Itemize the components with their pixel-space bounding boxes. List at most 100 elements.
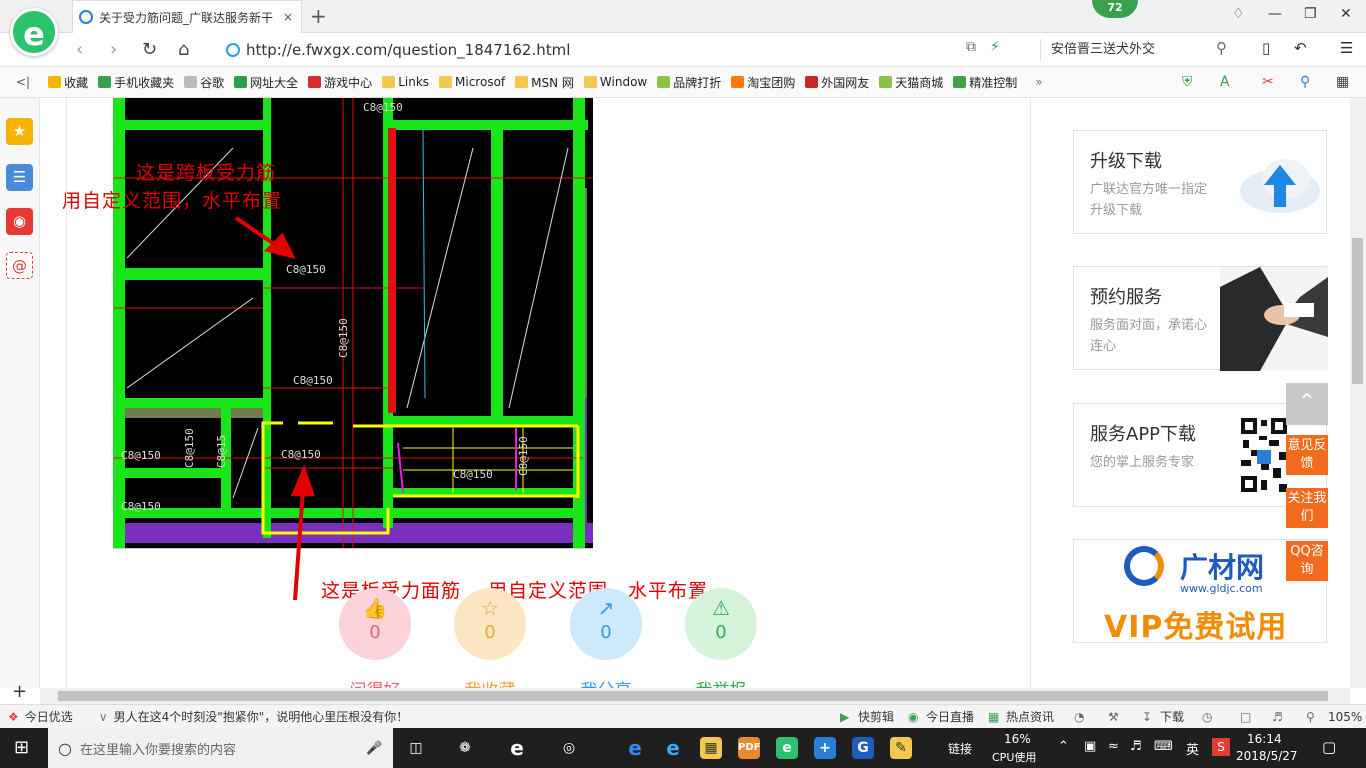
favorites-star-icon[interactable]: ★ <box>6 118 33 145</box>
bookmark-item[interactable]: 外国网友 <box>805 74 869 91</box>
translate-icon[interactable]: A <box>1220 74 1230 90</box>
skin-icon[interactable]: ♢ <box>1232 6 1245 22</box>
good-question-button[interactable]: 👍 0 <box>339 588 411 660</box>
sogou-icon[interactable]: S <box>1212 738 1230 756</box>
bookmark-item[interactable]: 游戏中心 <box>308 74 372 91</box>
forward-icon[interactable]: › <box>110 39 117 60</box>
browser-360-icon[interactable]: e <box>776 737 798 759</box>
back-icon[interactable]: ‹ <box>76 39 83 60</box>
bookmark-item[interactable]: 收藏 <box>48 74 88 91</box>
keyboard-icon[interactable]: ⌨ <box>1154 739 1173 754</box>
sidebar-toggle-icon[interactable]: <| <box>16 75 30 89</box>
notification-icon[interactable]: ▢ <box>1322 738 1336 756</box>
file-explorer-icon[interactable]: ▦ <box>700 737 722 759</box>
ie-icon[interactable]: e <box>662 737 684 759</box>
bookmark-item[interactable]: Microsof <box>439 75 505 89</box>
browser-logo[interactable]: e <box>10 8 58 56</box>
tab-close-icon[interactable]: × <box>281 10 295 24</box>
apps-icon[interactable]: ▦ <box>1336 74 1349 90</box>
hot-news-link[interactable]: 热点资讯 <box>1006 708 1054 725</box>
bookmark-item[interactable]: 天猫商城 <box>879 74 943 91</box>
undo-icon[interactable]: ↶ <box>1294 39 1307 57</box>
zoom-icon[interactable]: ⚲ <box>1300 74 1310 90</box>
add-sidebar-button[interactable]: + <box>12 681 27 702</box>
bookmark-item[interactable]: 手机收藏夹 <box>98 74 174 91</box>
task-view-icon[interactable]: ◫ <box>405 737 427 759</box>
close-window-button[interactable]: ✕ <box>1340 6 1352 22</box>
weibo-icon[interactable]: ◉ <box>6 208 33 235</box>
clock-date[interactable]: 2018/5/27 <box>1236 749 1298 763</box>
bookmark-item[interactable]: 网址大全 <box>234 74 298 91</box>
glodon-icon[interactable]: G <box>852 737 874 759</box>
bookmark-item[interactable]: Links <box>382 75 429 89</box>
search-box[interactable]: 安倍晋三送犬外交 <box>1040 39 1235 61</box>
notification-badge[interactable]: 72 <box>1092 0 1138 18</box>
share-button[interactable]: ↗ 0 <box>570 588 642 660</box>
bookmark-item[interactable]: 谷歌 <box>184 74 224 91</box>
volume-icon[interactable]: ♬ <box>1130 739 1142 754</box>
download-link[interactable]: 下载 <box>1160 708 1184 725</box>
lightning-icon[interactable]: ⚡ <box>990 39 1000 55</box>
ie-edge-icon[interactable]: e <box>506 737 528 759</box>
mobile-icon[interactable]: ▯ <box>1262 39 1270 57</box>
minimize-button[interactable]: — <box>1268 6 1282 22</box>
bookmark-item[interactable]: 精准控制 <box>953 74 1017 91</box>
ime-indicator[interactable]: 英 <box>1186 739 1199 758</box>
tray-chevron-icon[interactable]: ⌃ <box>1058 739 1069 754</box>
windows-start-icon[interactable]: ⊞ <box>14 737 29 758</box>
shield-icon[interactable]: ⛨ <box>1182 74 1193 90</box>
pdf-icon[interactable]: PDF <box>738 737 760 759</box>
bookmark-item[interactable]: 淘宝团购 <box>731 74 795 91</box>
horizontal-scrollbar[interactable] <box>40 688 1350 704</box>
bookmark-item[interactable]: 品牌打折 <box>657 74 721 91</box>
bookmark-item[interactable]: Window <box>583 75 647 89</box>
home-icon[interactable]: ⌂ <box>178 39 189 60</box>
reload-icon[interactable]: ↻ <box>142 39 157 60</box>
bookmark-item[interactable]: MSN 网 <box>515 74 574 91</box>
report-button[interactable]: ⚠ 0 <box>685 588 757 660</box>
vertical-scrollbar[interactable] <box>1350 98 1366 688</box>
clock-time[interactable]: 16:14 <box>1247 732 1282 746</box>
restore-button[interactable]: ❐ <box>1304 6 1317 22</box>
tools-icon[interactable]: ⚒ <box>1108 710 1119 724</box>
url-field[interactable]: http://e.fwxgx.com/question_1847162.html <box>226 39 956 61</box>
chevron-down-icon[interactable]: ∨ <box>99 710 108 724</box>
favorite-button[interactable]: ☆ 0 <box>454 588 526 660</box>
upgrade-download-card[interactable]: 升级下载 广联达官方唯一指定升级下载 <box>1073 130 1327 234</box>
search-icon[interactable]: ⚲ <box>1216 39 1227 57</box>
mail-icon[interactable]: @ <box>6 252 33 279</box>
back-to-top-button[interactable]: ⌃ <box>1286 383 1328 425</box>
quick-clip-link[interactable]: 快剪辑 <box>858 708 894 725</box>
microphone-icon[interactable]: 🎤 <box>366 741 382 756</box>
fan-app-icon[interactable]: ❁ <box>454 737 476 759</box>
wifi-icon[interactable]: ≈ <box>1108 739 1119 754</box>
news-ticker[interactable]: 男人在这4个时刻没"抱紧你"，说明他心里压根没有你！ <box>114 708 409 725</box>
tab-active[interactable]: 关于受力筋问题_广联达服务新干 × <box>72 0 302 33</box>
more-bookmarks-icon[interactable]: » <box>1035 75 1042 89</box>
clock-icon[interactable]: ◷ <box>1202 710 1212 724</box>
menu-icon[interactable]: ☰ <box>1340 39 1353 57</box>
battery-icon[interactable]: ▣ <box>1084 739 1096 754</box>
today-pick-label[interactable]: 今日优选 <box>25 708 73 725</box>
vertical-scroll-thumb[interactable] <box>1352 238 1363 384</box>
qq-consult-button[interactable]: QQ咨询 <box>1286 541 1328 581</box>
chat-app-icon[interactable]: ◎ <box>558 737 580 759</box>
scissors-icon[interactable]: ✂ <box>1262 74 1274 90</box>
speed-icon[interactable]: ◔ <box>1074 710 1084 724</box>
horizontal-scroll-thumb[interactable] <box>58 691 1328 701</box>
follow-us-button[interactable]: 关注我们 <box>1286 488 1328 528</box>
live-link[interactable]: 今日直播 <box>926 708 974 725</box>
news-list-icon[interactable]: ☰ <box>6 164 33 191</box>
new-tab-button[interactable]: + <box>310 4 327 28</box>
edge-icon[interactable]: e <box>624 737 646 759</box>
window-icon[interactable]: □ <box>1240 710 1251 724</box>
feedback-button[interactable]: 意见反馈 <box>1286 435 1328 475</box>
share-icon[interactable]: ⧉ <box>966 39 976 55</box>
notes-icon[interactable]: ✎ <box>890 737 912 759</box>
appointment-service-card[interactable]: 预约服务 服务面对面，承诺心连心 <box>1073 266 1328 371</box>
sound-icon[interactable]: ♬ <box>1272 710 1283 724</box>
link-label[interactable]: 链接 <box>948 740 972 757</box>
zoom-level[interactable]: 105% <box>1328 710 1362 724</box>
taskbar-search[interactable]: ○ 在这里输入你要搜索的内容 🎤 <box>48 728 393 768</box>
remote-icon[interactable]: + <box>814 737 836 759</box>
